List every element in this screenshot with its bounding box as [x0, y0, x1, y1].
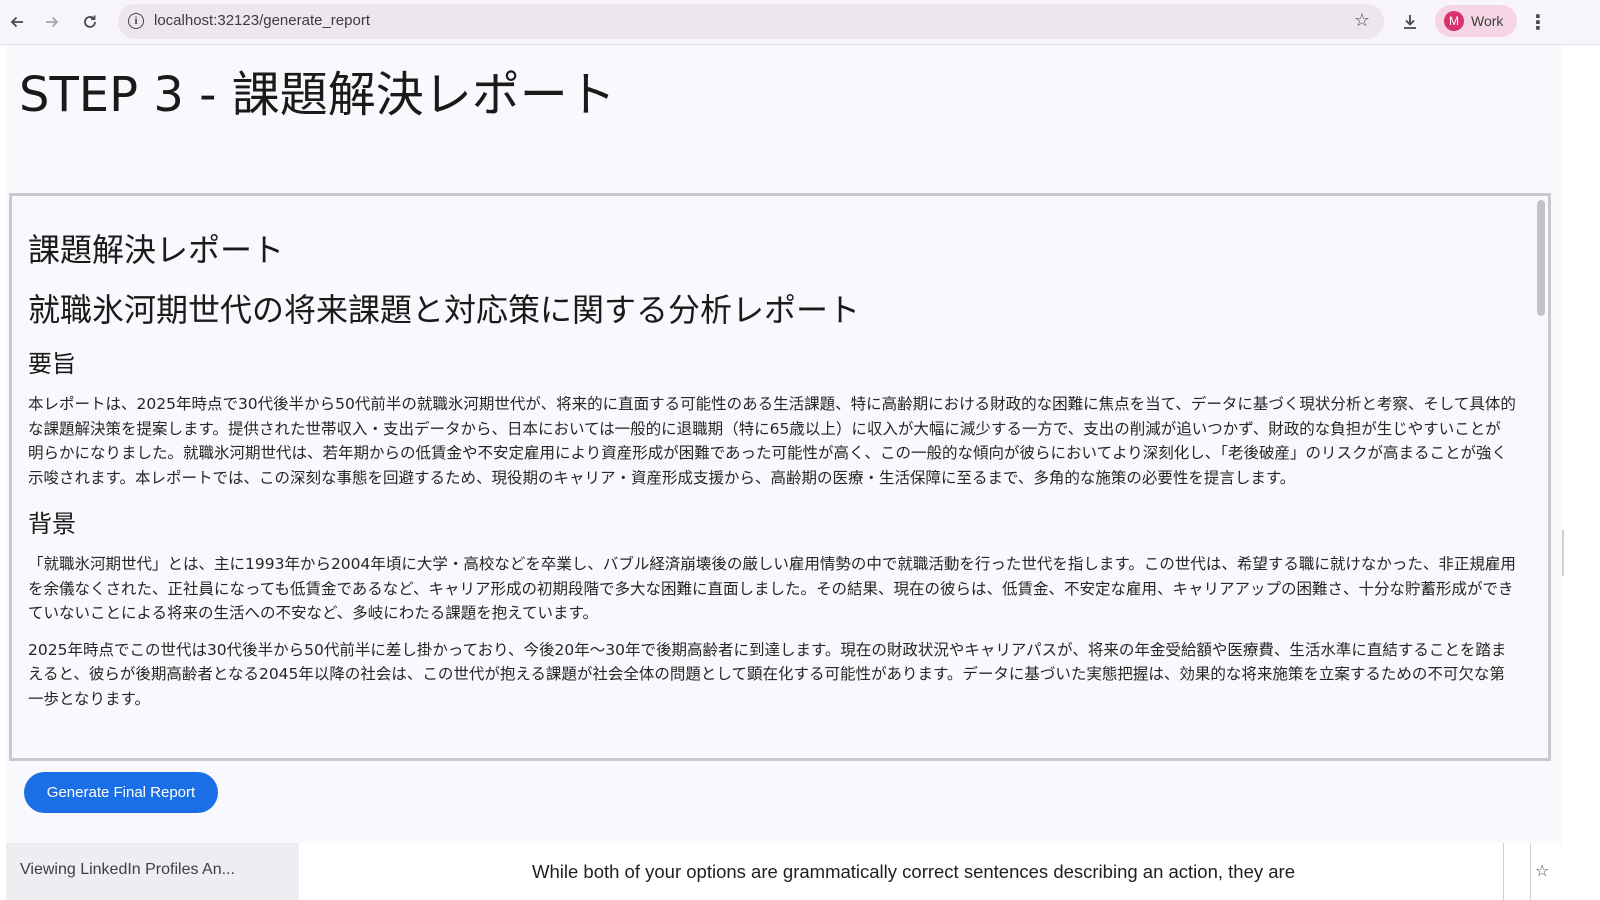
bottom-panel: While both of your options are grammatic…	[299, 843, 1560, 900]
forward-button[interactable]	[38, 8, 66, 36]
background-paragraph-1: 「就職氷河期世代」とは、主に1993年から2004年頃に大学・高校などを卒業し、…	[28, 555, 1516, 622]
report-content: 課題解決レポート 就職氷河期世代の将来課題と対応策に関する分析レポート 要旨 本…	[28, 196, 1516, 711]
back-button[interactable]	[3, 8, 31, 36]
side-tab-label: Viewing LinkedIn Profiles An...	[20, 861, 235, 878]
report-frame[interactable]: 課題解決レポート 就職氷河期世代の将来課題と対応策に関する分析レポート 要旨 本…	[9, 193, 1551, 761]
side-tab[interactable]: Viewing LinkedIn Profiles An...	[6, 843, 299, 900]
page-title: STEP 3 - 課題解決レポート	[19, 67, 616, 123]
reload-button[interactable]	[76, 8, 104, 36]
profile-label: Work	[1471, 13, 1504, 29]
kebab-menu-icon[interactable]: ⋮	[1528, 8, 1548, 36]
right-edge	[1562, 45, 1600, 900]
summary-paragraph: 本レポートは、2025年時点で30代後半から50代前半の就職氷河期世代が、将来的…	[28, 395, 1516, 487]
arrow-right-icon	[46, 16, 59, 28]
reload-icon	[84, 15, 96, 28]
arrow-left-icon	[10, 16, 23, 28]
profile-button[interactable]: M Work	[1435, 5, 1517, 37]
download-button[interactable]	[1396, 8, 1424, 36]
background-paragraph-2: 2025年時点でこの世代は30代後半から50代前半に差し掛かっており、今後20年…	[28, 640, 1507, 708]
divider	[1503, 843, 1504, 900]
divider	[1530, 843, 1531, 900]
report-scrollbar[interactable]	[1536, 198, 1546, 754]
scrollbar-thumb[interactable]	[1537, 200, 1545, 316]
info-icon[interactable]: i	[128, 13, 144, 29]
section-heading-background: 背景	[28, 510, 76, 538]
star-icon[interactable]: ☆	[1354, 10, 1370, 31]
section-heading-summary: 要旨	[28, 350, 76, 378]
page-content: STEP 3 - 課題解決レポート 課題解決レポート 就職氷河期世代の将来課題と…	[6, 45, 1562, 845]
star-icon[interactable]: ☆	[1535, 861, 1549, 880]
generate-final-report-button[interactable]: Generate Final Report	[24, 772, 218, 813]
edge-mark	[1562, 530, 1564, 576]
report-heading: 課題解決レポート	[28, 231, 285, 269]
chat-snippet: While both of your options are grammatic…	[532, 861, 1295, 882]
download-icon	[1404, 15, 1416, 29]
browser-toolbar: i localhost:32123/generate_report ☆ M Wo…	[0, 0, 1600, 45]
avatar: M	[1444, 11, 1464, 31]
report-subtitle: 就職氷河期世代の将来課題と対応策に関する分析レポート	[28, 291, 861, 329]
url-text[interactable]: localhost:32123/generate_report	[154, 12, 370, 29]
address-bar[interactable]: i localhost:32123/generate_report ☆	[118, 4, 1384, 39]
